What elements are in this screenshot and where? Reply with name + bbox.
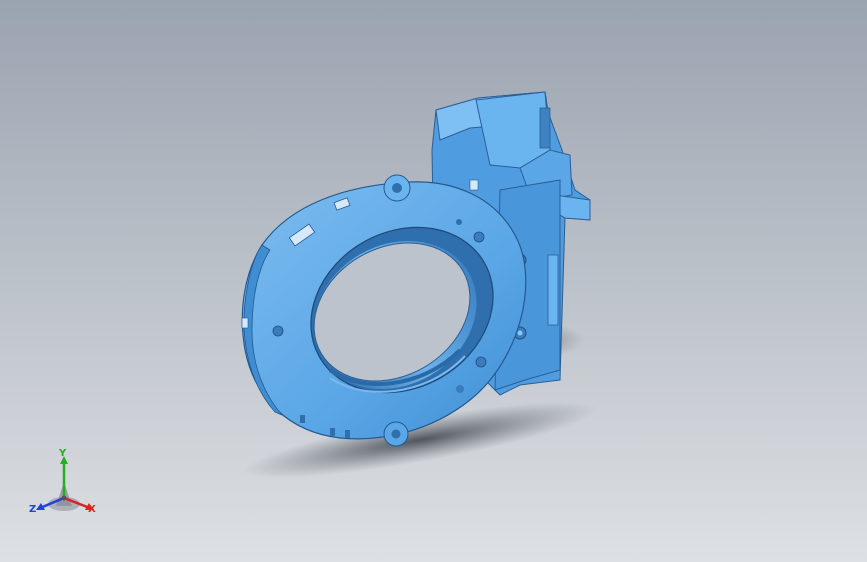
sensor-ring[interactable] [241, 174, 527, 447]
triad-graphic [36, 456, 94, 511]
graphics-viewport[interactable]: Y X Z [0, 0, 867, 562]
y-axis-label: Y [59, 448, 67, 459]
z-axis-label: Z [29, 504, 37, 515]
view-triad[interactable]: Y X Z [28, 446, 108, 526]
x-axis-label: X [88, 504, 96, 515]
model-render[interactable] [0, 0, 867, 562]
